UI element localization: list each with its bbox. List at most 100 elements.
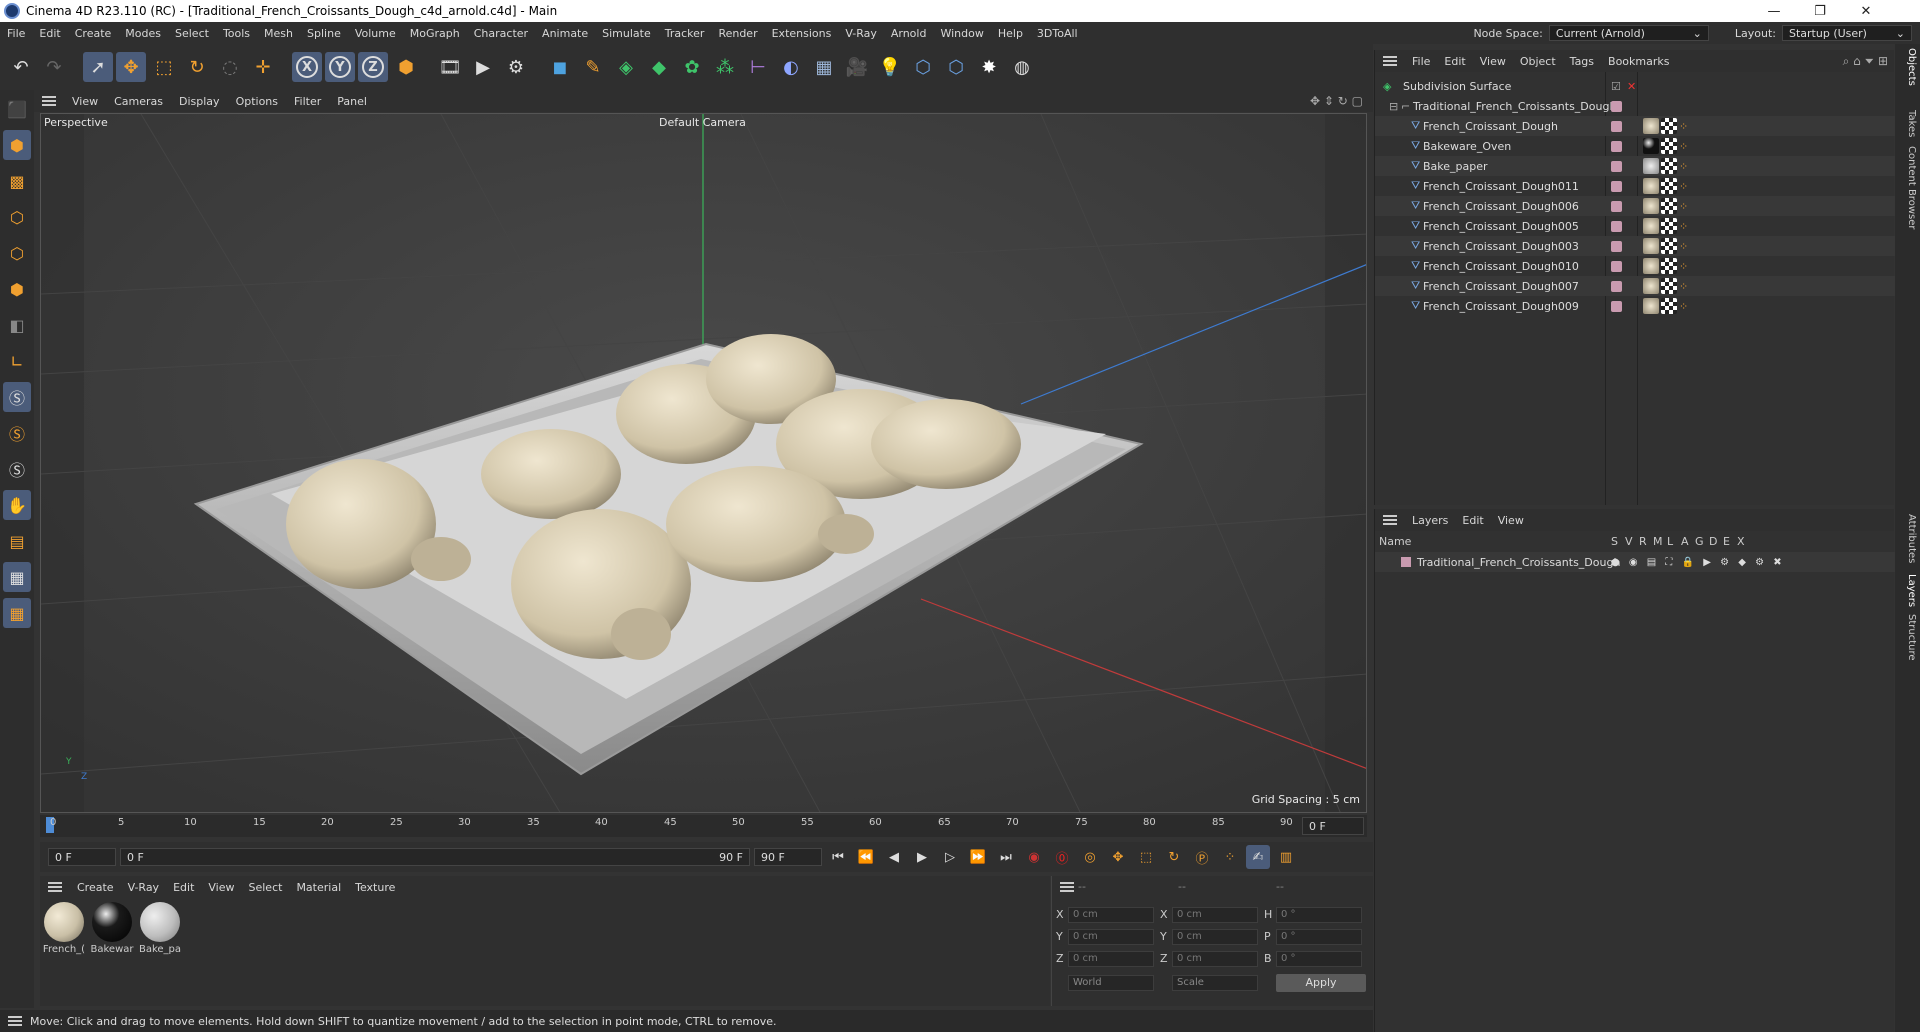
menu-render[interactable]: Render [711,27,764,40]
object-row[interactable]: ⛛ French_Croissant_Dough ⁘ [1375,116,1895,136]
tab-attributes[interactable]: Attributes [1897,514,1917,563]
material-menu-edit[interactable]: Edit [166,881,201,894]
record-icon[interactable]: ◉ [1022,845,1046,869]
viewport-nav-icons[interactable]: ✥ ⇕ ↻ ▢ [1310,94,1363,108]
object-row[interactable]: ⛛ Bakeware_Oven ⁘ [1375,136,1895,156]
object-menu-view[interactable]: View [1473,55,1513,68]
vray-tag-icon[interactable]: ⁘ [1679,160,1688,173]
layer-color-swatch[interactable] [1611,180,1622,192]
uvw-tag-icon[interactable] [1661,178,1677,194]
material-item[interactable]: Bakewar [90,902,134,955]
node-space-dropdown[interactable]: Current (Arnold) ⌄ [1548,25,1709,41]
menu-arnold[interactable]: Arnold [884,27,934,40]
rotate-icon[interactable]: ↻ [182,52,212,82]
hamburger-icon[interactable] [42,96,56,106]
material-menu-material[interactable]: Material [289,881,348,894]
material-item[interactable]: Bake_pa [138,902,182,955]
layer-menu-view[interactable]: View [1491,514,1531,527]
axis-mode-icon[interactable]: ∟ [3,346,31,376]
next-key-icon[interactable]: ⏩ [966,845,990,869]
size-x-field[interactable]: 0 cm [1172,907,1258,923]
material-menu-texture[interactable]: Texture [348,881,402,894]
workplane-snap-icon[interactable]: Ⓢ [3,454,31,484]
object-row[interactable]: ⛛ French_Croissant_Dough011 ⁘ [1375,176,1895,196]
gear-icon[interactable]: ✸ [974,52,1004,82]
camera-icon[interactable]: 🎥 [842,52,872,82]
material-tag-icon[interactable] [1643,198,1659,214]
search-icon[interactable]: ⌕ ⌂ ⏷ ⊞ [1843,54,1888,69]
layer-color-swatch[interactable] [1611,280,1622,292]
object-row[interactable]: ◈ Subdivision Surface ☑ ✕ [1375,76,1895,96]
tab-content-browser[interactable]: Content Browser [1897,146,1917,229]
cube-icon[interactable]: ◼ [545,52,575,82]
object-row[interactable]: ⛛ French_Croissant_Dough003 ⁘ [1375,236,1895,256]
edge-mode-icon[interactable]: ⬡ [3,238,31,268]
vray-tag-icon[interactable]: ⁘ [1679,300,1688,313]
menu-3dtoall[interactable]: 3DToAll [1030,27,1085,40]
check-icon[interactable]: ☑ [1611,80,1621,93]
subdivision-icon[interactable]: ◈ [611,52,641,82]
snap-settings-icon[interactable]: Ⓢ [3,418,31,448]
tab-takes[interactable]: Takes [1897,110,1917,137]
current-frame-field[interactable]: 0 F [1302,817,1364,835]
layout-dropdown[interactable]: Startup (User) ⌄ [1782,25,1912,41]
coord-mode-dropdown[interactable]: Scale [1172,975,1258,991]
uvw-tag-icon[interactable] [1661,198,1677,214]
rotation-h-field[interactable]: 0 ° [1276,907,1362,923]
y-axis-icon[interactable]: Y [325,52,355,82]
render-view-icon[interactable]: 🎞 [435,52,465,82]
material-tag-icon[interactable] [1643,118,1659,134]
expand-icon[interactable]: ⊟ [1389,100,1398,113]
workplane-icon[interactable]: ▤ [3,526,31,556]
material-item[interactable]: French_( [42,902,86,955]
vray-tag-icon[interactable]: ⁘ [1679,140,1688,153]
layer-menu-edit[interactable]: Edit [1455,514,1490,527]
make-editable-icon[interactable]: ⬛ [3,94,31,124]
live-select-icon[interactable]: ◌ [215,52,245,82]
object-menu-object[interactable]: Object [1513,55,1563,68]
object-row[interactable]: ⊟ ⌐ Traditional_French_Croissants_Dough [1375,96,1895,116]
go-to-end-icon[interactable]: ⏭ [994,845,1018,869]
extrude-icon[interactable]: ◆ [644,52,674,82]
size-y-field[interactable]: 0 cm [1172,929,1258,945]
material-menu-select[interactable]: Select [242,881,290,894]
material-tag-icon[interactable] [1643,258,1659,274]
position-y-field[interactable]: 0 cm [1068,929,1154,945]
layer-color-swatch[interactable] [1611,300,1622,312]
material-menu-view[interactable]: View [201,881,241,894]
add-icon[interactable]: ✛ [248,52,278,82]
material-tag-icon[interactable] [1643,138,1659,154]
rotation-p-field[interactable]: 0 ° [1276,929,1362,945]
vray-tag-icon[interactable]: ⁘ [1679,200,1688,213]
vray-tag-icon[interactable]: ⁘ [1679,120,1688,133]
object-row[interactable]: ⛛ French_Croissant_Dough009 ⁘ [1375,296,1895,316]
material-tag-icon[interactable] [1643,158,1659,174]
position-z-field[interactable]: 0 cm [1068,951,1154,967]
timeline-ruler[interactable]: 0 5 10 15 20 25 30 35 40 45 50 55 60 65 … [40,815,1367,837]
object-row[interactable]: ⛛ French_Croissant_Dough005 ⁘ [1375,216,1895,236]
scale-icon[interactable]: ⬚ [149,52,179,82]
menu-animate[interactable]: Animate [535,27,595,40]
menu-mesh[interactable]: Mesh [257,27,300,40]
layer-color-swatch[interactable] [1611,160,1622,172]
start-frame-field[interactable]: 0 F [48,848,116,866]
symmetry-icon[interactable]: ⊢ [743,52,773,82]
cloner-icon[interactable]: ✿ [677,52,707,82]
key-scale-icon[interactable]: ⬚ [1134,845,1158,869]
object-menu-bookmarks[interactable]: Bookmarks [1601,55,1676,68]
layer-color-swatch[interactable] [1611,260,1622,272]
vray-tag-icon[interactable]: ⁘ [1679,240,1688,253]
uvw-tag-icon[interactable] [1661,158,1677,174]
object-menu-edit[interactable]: Edit [1437,55,1472,68]
layer-color-swatch[interactable] [1611,120,1622,132]
hamburger-icon[interactable] [8,1016,22,1026]
uv-mode-icon[interactable]: ◧ [3,310,31,340]
layer-color-swatch[interactable] [1611,140,1622,152]
keyframe-selection-icon[interactable]: ◎ [1078,845,1102,869]
hamburger-icon[interactable] [1383,56,1397,66]
locked-workplane-icon[interactable]: ▦ [3,598,31,628]
layer-flags-icons[interactable]: ● ◉ ▤ ⛶ 🔒 ▶ ⚙ ◆ ⚙ ✖ [1611,557,1785,568]
apply-button[interactable]: Apply [1276,974,1366,992]
go-to-start-icon[interactable]: ⏮ [826,845,850,869]
material-menu-create[interactable]: Create [70,881,121,894]
